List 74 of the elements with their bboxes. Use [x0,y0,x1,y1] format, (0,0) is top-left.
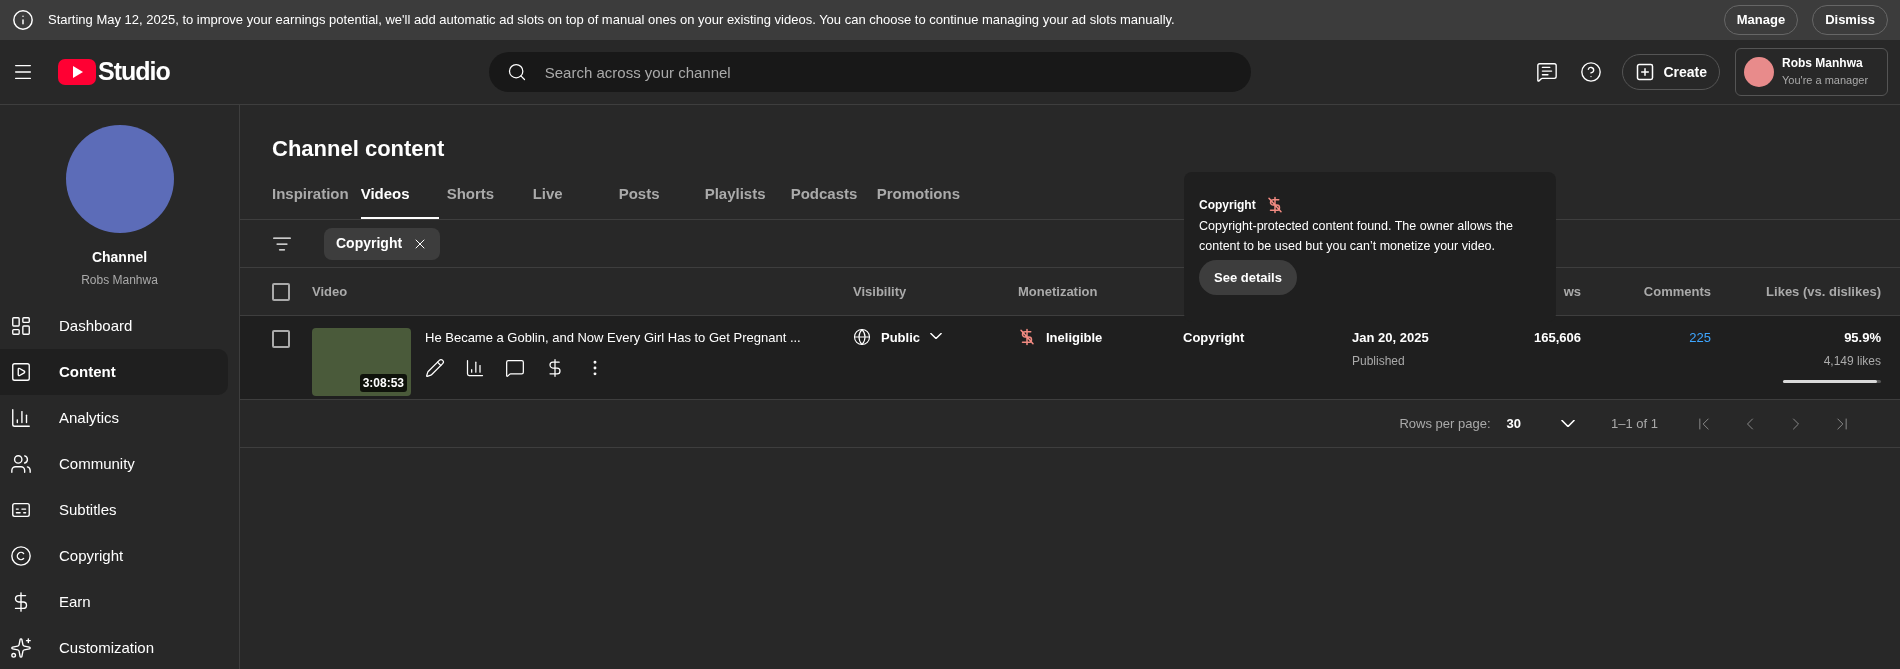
channel-name: Robs Manhwa [81,272,158,289]
dollar-off-icon [1018,328,1036,346]
tooltip-text: Copyright-protected content found. The owner allows the content to be used but you can’t monetize your video. [1199,218,1514,255]
feedback-icon[interactable] [1536,61,1559,83]
thumbnail-placeholder[interactable]: 3:08:53 [312,328,411,396]
tab[interactable]: Videos [360,182,439,219]
sidebar-item[interactable]: Customization [0,625,228,669]
sidebar-item[interactable]: Analytics [0,395,228,441]
video-plus-icon [1635,62,1656,82]
tab[interactable]: Live [532,182,611,219]
likes-percent: 95.9% [1844,329,1881,347]
channel-label: Channel [91,248,148,267]
people-icon [10,453,32,475]
edit-icon[interactable] [425,357,445,378]
checkbox[interactable] [272,282,290,301]
sidebar-item[interactable]: Subtitles [0,487,228,533]
sidebar-item[interactable]: Copyright [0,533,228,579]
video-row[interactable]: 3:08:53 He Became a Goblin, and Now Every Girl Has to Get Pregnant ... Public Ineligible Copyright Jan 20, 2025 Published 165,606 225 95.9% 4,149 likes [240,316,1900,400]
copyright-icon [10,545,32,567]
bar-chart-icon[interactable] [465,357,485,378]
sidebar-item[interactable]: Community [0,441,228,487]
search-field[interactable]: Search across your channel [488,52,1251,92]
likes-count: 4,149 likes [1823,352,1881,370]
filter-chip[interactable]: Copyright [324,227,441,260]
banner-text: Starting May 12, 2025, to improve your earnings potential, we'll add automatic ad slots on top of manual ones on your existing videos. You can choose to continue managing your ad slots manually. [48,11,1176,30]
date-value: Jan 20, 2025 [1352,329,1429,347]
comments-link[interactable]: 225 [1689,328,1711,348]
column-header: Monetization [1018,282,1098,301]
restrictions-value: Copyright [1183,329,1245,347]
dollar-off-icon [1265,196,1284,214]
help-icon[interactable] [1580,61,1603,83]
tab[interactable]: Inspiration [272,182,353,219]
rows-per-page-label: Rows per page: [1399,414,1491,433]
tooltip-title: Copyright [1199,197,1256,214]
comment-icon[interactable] [505,357,525,378]
tab[interactable]: Promotions [876,182,964,219]
page-title: Channel content [271,135,446,163]
sparkles-icon [10,637,32,659]
search-icon [506,62,527,82]
checkbox[interactable] [272,330,290,348]
tab[interactable]: Posts [618,182,697,219]
page-range: 1–1 of 1 [1611,414,1658,433]
dashboard-icon [10,315,32,337]
info-icon [12,9,34,31]
logo-text: Studio [98,56,170,88]
tab[interactable]: Playlists [704,182,783,219]
chevron-down-icon [930,333,942,339]
column-header: ws [1563,282,1581,301]
sidebar-item[interactable]: Earn [0,579,228,625]
bar-chart-icon [10,407,32,429]
monetization-value: Ineligible [1046,329,1103,347]
account-card[interactable]: Robs Manhwa You're a manager [1735,48,1888,96]
column-header: Video [312,282,348,301]
chevron-down-icon [1561,420,1575,427]
rows-per-page-select[interactable]: 30 [1506,413,1575,434]
date-status: Published [1352,352,1405,370]
tab[interactable]: Podcasts [790,182,869,219]
column-header: Comments [1643,282,1711,301]
play-logo-icon [58,59,96,85]
visibility-value: Public [881,329,920,347]
column-header: Visibility [853,282,907,301]
globe-icon [853,328,871,346]
column-header: Likes (vs. dislikes) [1766,282,1881,301]
account-name: Robs Manhwa [1782,55,1864,72]
sidebar-item[interactable]: Content [0,349,228,395]
duration-badge: 3:08:53 [359,374,407,392]
tab[interactable]: Shorts [446,182,525,219]
video-title[interactable]: He Became a Goblin, and Now Every Girl Has to Get Pregnant ... [425,328,801,348]
see-details-button[interactable]: See details [1199,260,1297,295]
views-value: 165,606 [1534,329,1581,347]
avatar [1744,57,1774,87]
account-role: You're a manager [1782,73,1869,88]
sidebar-item[interactable]: Dashboard [0,303,228,349]
play-icon [10,361,32,383]
